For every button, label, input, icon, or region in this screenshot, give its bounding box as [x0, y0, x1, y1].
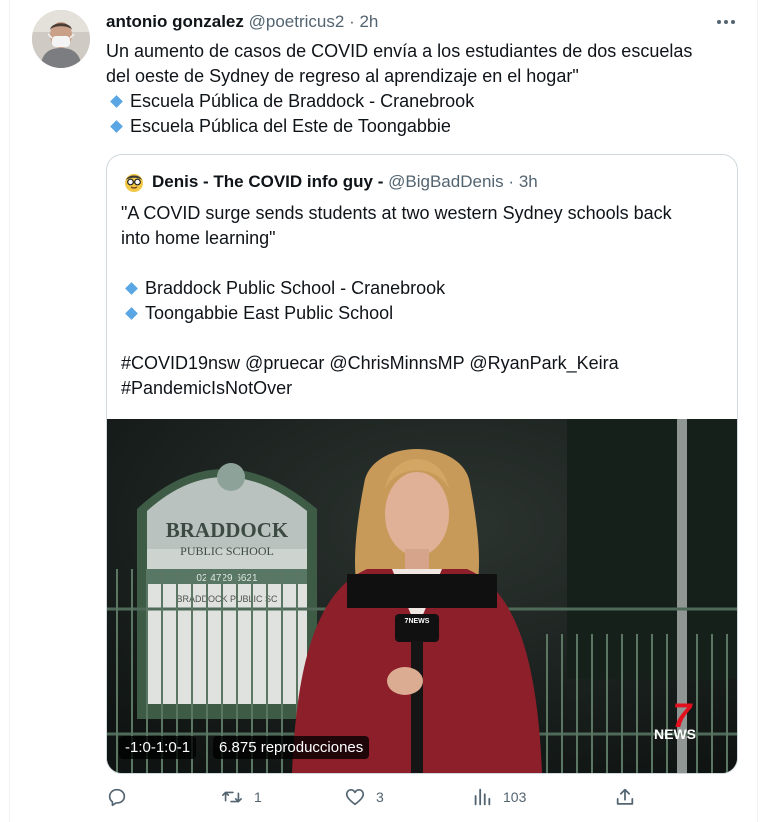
timeline-divider-left [9, 0, 10, 822]
reply-button[interactable] [106, 786, 138, 808]
author-handle[interactable]: @poetricus2 [249, 12, 345, 31]
tweet-text-line: del oeste de Sydney de regreso al aprend… [106, 66, 579, 86]
quoted-bullet: Toongabbie East Public School [121, 301, 721, 326]
like-button[interactable]: 3 [344, 786, 384, 808]
tweet-actions: 1 3 103 [106, 786, 646, 818]
tweet-bullet-text: Escuela Pública del Este de Toongabbie [130, 116, 451, 136]
tweet-bullet: Escuela Pública del Este de Toongabbie [106, 114, 736, 139]
tweet-bullet-text: Escuela Pública de Braddock - Cranebrook [130, 91, 475, 111]
header-separator: · [349, 12, 355, 31]
quoted-bullet: Braddock Public School - Cranebrook [121, 276, 721, 301]
hashtag-line[interactable]: #COVID19nsw @pruecar @ChrisMinnsMP @Ryan… [121, 351, 721, 376]
diamond-icon [110, 95, 123, 108]
video-frame: BRADDOCK PUBLIC SCHOOL 02 4729 6621 BRAD… [107, 419, 737, 773]
sign-title: BRADDOCK [166, 518, 289, 542]
diamond-icon [125, 282, 138, 295]
more-options-button[interactable] [712, 10, 740, 34]
quoted-tweet-text: "A COVID surge sends students at two wes… [121, 201, 721, 401]
quoted-author-name[interactable]: Denis - The COVID info guy - [152, 172, 383, 192]
redaction-box [347, 574, 497, 608]
sign-phone: 02 4729 6621 [196, 573, 258, 584]
timeline-divider-right [757, 0, 758, 822]
diamond-icon [110, 120, 123, 133]
tweet-bullet: Escuela Pública de Braddock - Cranebrook [106, 89, 736, 114]
tweet-text: Un aumento de casos de COVID envía a los… [106, 39, 736, 139]
dot-icon [717, 20, 721, 24]
quoted-author-handle[interactable]: @BigBadDenis [388, 172, 504, 192]
quoted-text-line: into home learning" [121, 228, 276, 248]
video-views: 6.875 reproducciones [213, 736, 370, 759]
diamond-icon [125, 307, 138, 320]
author-name[interactable]: antonio gonzalez [106, 12, 244, 31]
quoted-avatar[interactable] [123, 171, 145, 193]
retweet-count: 1 [254, 789, 262, 805]
retweet-button[interactable]: 1 [220, 786, 262, 808]
quoted-tweet-header: Denis - The COVID info guy - @BigBadDeni… [123, 171, 538, 193]
dot-icon [731, 20, 735, 24]
dot-icon [724, 20, 728, 24]
views-count: 103 [503, 789, 527, 805]
news-logo: NEWS [654, 726, 696, 742]
quoted-text-line: "A COVID surge sends students at two wes… [121, 203, 672, 223]
video-player[interactable]: BRADDOCK PUBLIC SCHOOL 02 4729 6621 BRAD… [107, 419, 737, 773]
avatar[interactable] [32, 10, 90, 68]
views-button[interactable]: 103 [471, 786, 526, 808]
sign-subtitle: PUBLIC SCHOOL [180, 544, 274, 558]
quoted-bullet-text: Toongabbie East Public School [145, 303, 394, 323]
tweet-time[interactable]: 2h [359, 12, 378, 31]
share-button[interactable] [614, 786, 636, 808]
quoted-tweet[interactable]: Denis - The COVID info guy - @BigBadDeni… [106, 154, 738, 774]
hashtag-line[interactable]: #PandemicIsNotOver [121, 376, 721, 401]
share-icon [616, 788, 634, 805]
tweet-text-line: Un aumento de casos de COVID envía a los… [106, 41, 693, 61]
microphone-flag: 7NEWS [405, 618, 430, 625]
retweet-icon [222, 791, 242, 803]
like-count: 3 [376, 789, 384, 805]
tweet-header: antonio gonzalez @poetricus2 · 2h [106, 12, 378, 32]
analytics-icon [474, 788, 491, 806]
video-timestamp: -1:0-1:0-1 [119, 736, 197, 759]
quoted-bullet-text: Braddock Public School - Cranebrook [145, 278, 446, 298]
reply-icon [108, 788, 126, 807]
heart-icon [345, 789, 365, 806]
quoted-header-separator: · [508, 172, 515, 191]
quoted-tweet-time[interactable]: 3h [519, 172, 538, 192]
tweet[interactable]: antonio gonzalez @poetricus2 · 2h Un aum… [0, 0, 766, 822]
nerd-face-icon [125, 174, 143, 192]
avatar-image [32, 10, 90, 68]
